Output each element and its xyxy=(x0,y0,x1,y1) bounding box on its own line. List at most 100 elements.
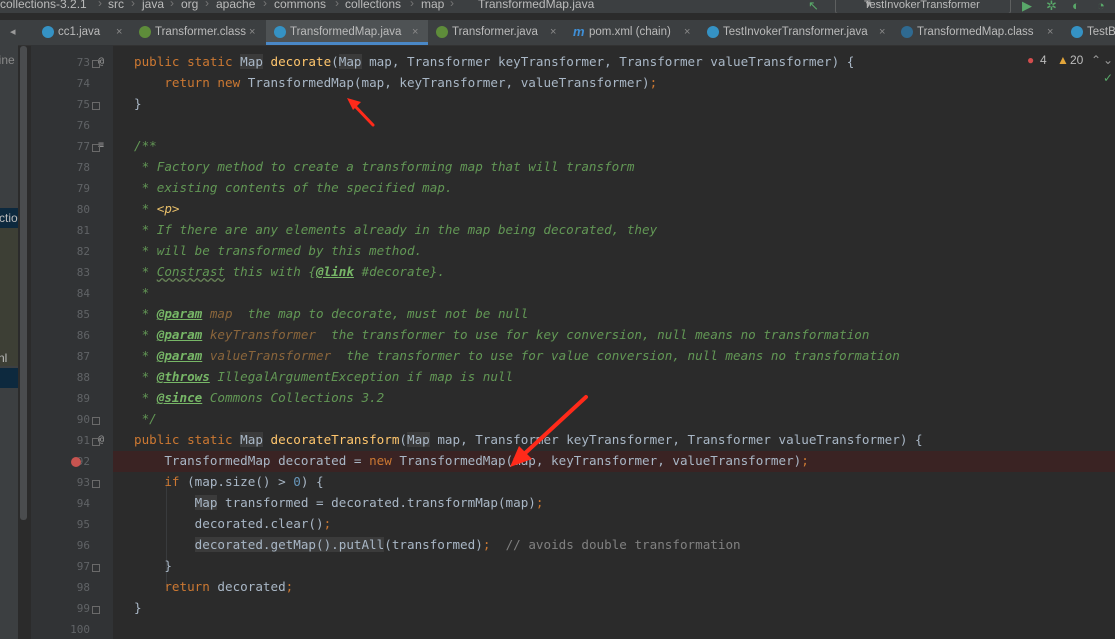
project-panel-text: line xyxy=(0,53,15,67)
breadcrumb-item-file[interactable]: TransformedMap.java xyxy=(478,0,594,11)
code-line-78: * Factory method to create a transformin… xyxy=(113,157,1115,178)
code-token: Constrast xyxy=(156,264,225,279)
chevron-down-icon[interactable]: ⌄ xyxy=(1103,53,1113,67)
close-icon[interactable]: × xyxy=(249,26,255,38)
code-line-74: return new TransformedMap(map, keyTransf… xyxy=(113,73,1115,94)
line-number: 95 xyxy=(76,518,90,531)
tab-transformer-java[interactable]: Transformer.java × xyxy=(428,20,565,45)
tab-transformedmap-java[interactable]: TransformedMap.java × xyxy=(266,20,428,45)
close-icon[interactable]: × xyxy=(116,26,122,38)
chevron-right-icon: › xyxy=(131,0,135,10)
project-panel: line ctio nl xyxy=(0,45,18,639)
code-line-79: * existing contents of the specified map… xyxy=(113,178,1115,199)
editor-tab-bar: ◂ cc1.java × Transformer.class × Transfo… xyxy=(0,20,1115,46)
project-tree-item[interactable]: nl xyxy=(0,351,7,365)
line-number: 87 xyxy=(76,350,90,363)
warning-icon[interactable]: ▲ xyxy=(1057,53,1069,67)
code-token: } xyxy=(164,558,172,573)
tab-label: TransformedMap.class xyxy=(917,26,1034,38)
breadcrumb-item-org[interactable]: org xyxy=(181,0,198,11)
profile-icon[interactable]: ◔ xyxy=(1097,0,1105,13)
chevron-left-icon[interactable]: ◂ xyxy=(10,25,16,38)
code-line-95: decorated.clear(); xyxy=(113,514,1115,535)
code-token: new xyxy=(369,453,400,468)
breadcrumb-item-java[interactable]: java xyxy=(142,0,164,11)
code-token: valueTransformer xyxy=(202,348,332,363)
error-icon[interactable]: ● xyxy=(1027,53,1034,67)
code-token: * xyxy=(134,327,157,342)
code-token: @param xyxy=(156,327,203,342)
breadcrumb-item-map[interactable]: map xyxy=(421,0,444,11)
fold-icon[interactable] xyxy=(92,438,100,446)
warning-count[interactable]: 20 xyxy=(1070,53,1083,67)
code-token: decorated xyxy=(217,579,286,594)
code-token: decorated.getMap().putAll xyxy=(194,537,385,552)
chevron-down-icon: ▼ xyxy=(864,0,873,9)
line-number: 78 xyxy=(76,161,90,174)
project-tree-highlight xyxy=(0,228,18,366)
code-line-98: return decorated; xyxy=(113,577,1115,598)
code-line-85: * @param map the map to decorate, must n… xyxy=(113,304,1115,325)
tab-cc1-java[interactable]: cc1.java × xyxy=(34,20,131,45)
chevron-right-icon: › xyxy=(263,0,267,10)
fold-icon[interactable] xyxy=(92,60,100,68)
fold-icon[interactable] xyxy=(92,102,100,110)
code-token: 0 xyxy=(293,474,301,489)
code-line-97: } xyxy=(113,556,1115,577)
tab-label: Transformer.class xyxy=(155,26,246,38)
error-count[interactable]: 4 xyxy=(1040,53,1047,67)
close-icon[interactable]: × xyxy=(1047,26,1053,38)
tab-testinvokertransformer-java[interactable]: TestInvokerTransformer.java × xyxy=(699,20,893,45)
close-icon[interactable]: × xyxy=(684,26,690,38)
fold-icon[interactable] xyxy=(92,144,100,152)
code-token: ) { xyxy=(300,474,324,489)
close-icon[interactable]: × xyxy=(550,26,556,38)
tab-pom-xml[interactable]: m pom.xml (chain) × xyxy=(565,20,699,45)
code-token: } xyxy=(134,96,142,111)
breadcrumb-item-src[interactable]: src xyxy=(108,0,124,11)
line-number: 89 xyxy=(76,392,90,405)
line-number: 96 xyxy=(76,539,90,552)
code-line-88: * @throws IllegalArgumentException if ma… xyxy=(113,367,1115,388)
code-token: public static xyxy=(134,432,241,447)
run-configuration-selector[interactable]: TestInvokerTransformer ▼ xyxy=(835,0,1011,13)
breadcrumb-item-apache[interactable]: apache xyxy=(216,0,255,11)
code-token: #decorate}. xyxy=(353,264,445,279)
code-token: the transformer to use for key conversio… xyxy=(315,327,870,342)
fold-icon[interactable] xyxy=(92,564,100,572)
panel-scrollbar[interactable] xyxy=(20,46,27,520)
breakpoint-icon[interactable] xyxy=(71,457,81,467)
code-token: * xyxy=(134,306,157,321)
chevron-up-icon[interactable]: ⌃ xyxy=(1091,53,1101,67)
line-number: 100 xyxy=(70,623,90,636)
fold-icon[interactable] xyxy=(92,606,100,614)
close-icon[interactable]: × xyxy=(879,26,885,38)
fold-icon[interactable] xyxy=(92,480,100,488)
project-tree-item[interactable]: ctio xyxy=(0,211,18,225)
code-token: if xyxy=(164,474,188,489)
code-token: TransformedMap(map, keyTransformer, valu… xyxy=(247,75,650,90)
code-editor[interactable]: public static Map decorate(Map map, Tran… xyxy=(113,45,1115,639)
code-token: @throws xyxy=(156,369,210,384)
code-token: @param xyxy=(156,306,203,321)
class-icon xyxy=(901,26,913,38)
breadcrumb-item-project[interactable]: collections-3.2.1 xyxy=(0,0,87,11)
fold-icon[interactable] xyxy=(92,417,100,425)
debug-icon[interactable]: ✲ xyxy=(1046,0,1057,13)
code-token: keyTransformer xyxy=(202,327,316,342)
coverage-icon[interactable]: ◐ xyxy=(1072,0,1080,13)
project-tree-selected-row[interactable] xyxy=(0,368,18,388)
code-token: map, Transformer keyTransformer, Transfo… xyxy=(429,432,923,447)
tab-transformedmap-class[interactable]: TransformedMap.class × xyxy=(893,20,1063,45)
code-token: * xyxy=(134,369,157,384)
close-icon[interactable]: × xyxy=(412,26,418,38)
breadcrumb-item-collections[interactable]: collections xyxy=(345,0,401,11)
breadcrumb-item-commons[interactable]: commons xyxy=(274,0,326,11)
tab-testb[interactable]: TestB xyxy=(1063,20,1115,45)
build-hammer-icon[interactable]: ↖ xyxy=(808,0,819,13)
class-icon xyxy=(42,26,54,38)
code-token: Map xyxy=(194,495,218,510)
line-number: 75 xyxy=(76,98,90,111)
run-icon[interactable]: ▶ xyxy=(1022,0,1032,13)
tab-transformer-class[interactable]: Transformer.class × xyxy=(131,20,266,45)
